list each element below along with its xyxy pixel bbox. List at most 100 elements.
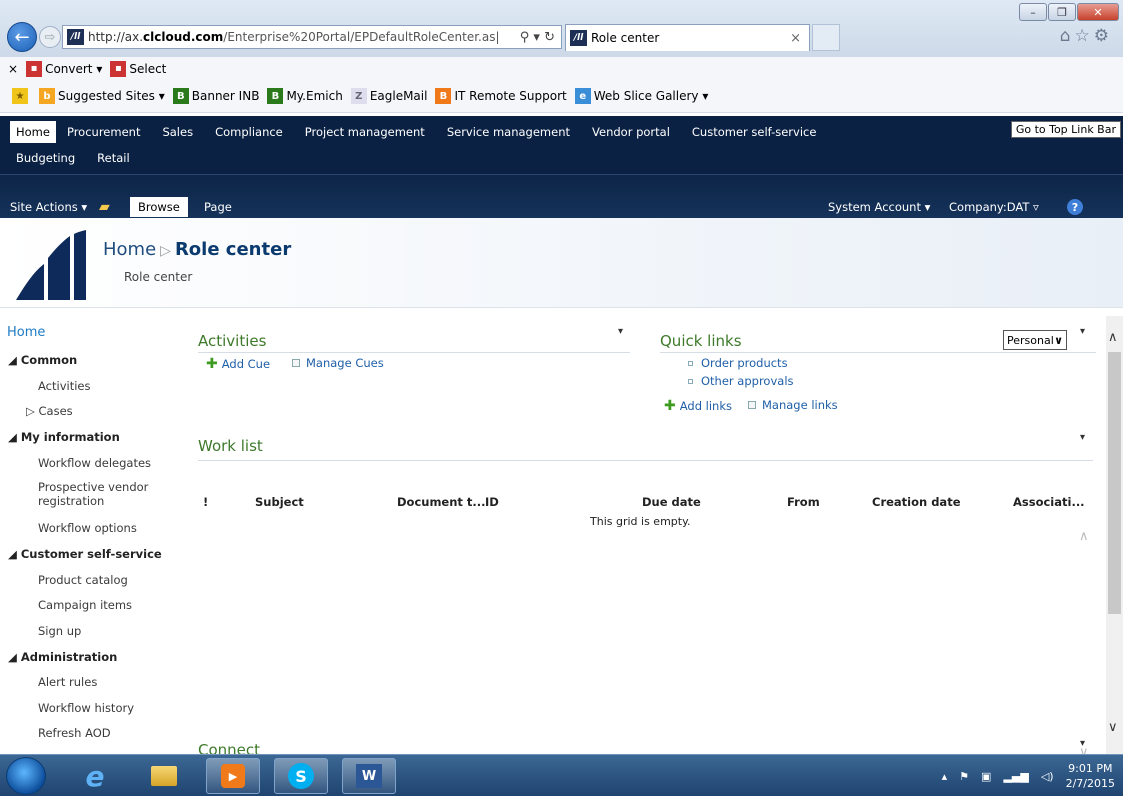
network-signal-icon[interactable]: ▂▄▆ bbox=[1003, 770, 1028, 783]
action-center-flag-icon[interactable]: ⚑ bbox=[959, 770, 969, 783]
new-tab-button[interactable] bbox=[812, 24, 840, 51]
leftnav-item-cases[interactable]: ▷ Cases bbox=[26, 404, 206, 418]
leftnav-group-my-information[interactable]: ◢ My information bbox=[8, 430, 188, 444]
personal-select[interactable]: Personal ∨ bbox=[1003, 330, 1067, 350]
manage-links-link[interactable]: Manage links bbox=[748, 398, 838, 412]
show-hidden-icons-icon[interactable]: ▴ bbox=[942, 770, 948, 783]
top-nav-row-2: Budgeting Retail bbox=[5, 145, 141, 171]
scroll-up-icon[interactable]: ∧ bbox=[1079, 529, 1089, 544]
column-header-associated[interactable]: Associati... bbox=[1013, 495, 1085, 509]
tab-page[interactable]: Page bbox=[204, 197, 232, 217]
start-button[interactable] bbox=[6, 757, 46, 795]
close-toolbar-icon[interactable]: × bbox=[8, 62, 18, 76]
quick-launch: Home ◢ Common Activities ▷ Cases ◢ My in… bbox=[0, 316, 180, 756]
column-header-due-date[interactable]: Due date bbox=[642, 495, 701, 509]
close-window-button[interactable]: ✕ bbox=[1077, 3, 1119, 21]
taskbar-word[interactable]: W bbox=[342, 758, 396, 794]
back-button[interactable]: ← bbox=[7, 22, 37, 52]
site-actions-menu[interactable]: Site Actions ▾ bbox=[10, 197, 87, 217]
topnav-retail[interactable]: Retail bbox=[86, 147, 141, 169]
page-title: Role center bbox=[174, 239, 292, 260]
topnav-home[interactable]: Home bbox=[10, 121, 56, 143]
leftnav-item-registration[interactable]: registration bbox=[38, 494, 218, 508]
taskbar-explorer[interactable] bbox=[137, 758, 191, 794]
go-to-top-link-bar[interactable]: Go to Top Link Bar bbox=[1010, 121, 1121, 138]
dynamics-favicon-icon: /ll bbox=[67, 29, 84, 45]
fav-it-remote-support[interactable]: B IT Remote Support bbox=[435, 88, 567, 104]
leftnav-item-prospective-vendor[interactable]: Prospective vendor bbox=[38, 480, 218, 494]
column-header-subject[interactable]: Subject bbox=[255, 495, 304, 509]
system-account-menu[interactable]: System Account ▾ bbox=[828, 197, 930, 217]
volume-icon[interactable]: ◁) bbox=[1041, 770, 1054, 783]
quick-link-other-approvals[interactable]: Other approvals bbox=[688, 374, 794, 388]
leftnav-item-workflow-history[interactable]: Workflow history bbox=[38, 701, 218, 715]
taskbar-ie[interactable]: e bbox=[68, 758, 122, 794]
column-header-document-type[interactable]: Document t... bbox=[397, 495, 486, 509]
connect-menu-icon[interactable]: ▾ bbox=[1080, 738, 1085, 749]
leftnav-group-common[interactable]: ◢ Common bbox=[8, 353, 188, 367]
fav-my-emich[interactable]: B My.Emich bbox=[267, 88, 343, 104]
search-refresh-icons[interactable]: ⚲ ▾ ↻ bbox=[520, 30, 561, 45]
topnav-budgeting[interactable]: Budgeting bbox=[5, 147, 86, 169]
leftnav-item-refresh-aod[interactable]: Refresh AOD bbox=[38, 726, 218, 740]
tab-close-icon[interactable]: × bbox=[790, 31, 801, 46]
page-scroll-up-icon[interactable]: ∧ bbox=[1108, 330, 1118, 345]
leftnav-item-activities[interactable]: Activities bbox=[38, 379, 218, 393]
navigate-up-folder-icon[interactable]: ▰ bbox=[99, 197, 110, 217]
fav-banner-inb[interactable]: B Banner INB bbox=[172, 88, 260, 104]
column-header-priority[interactable]: ! bbox=[203, 495, 208, 509]
add-links-link[interactable]: ✚ Add links bbox=[664, 398, 732, 414]
page-scrollbar[interactable]: ∧ ∨ bbox=[1106, 316, 1123, 754]
fav-label: Banner INB bbox=[191, 89, 260, 103]
company-selector[interactable]: Company:DAT ▿ bbox=[949, 197, 1039, 217]
fav-suggested-sites[interactable]: b Suggested Sites ▾ bbox=[39, 88, 165, 104]
leftnav-item-product-catalog[interactable]: Product catalog bbox=[38, 573, 218, 587]
leftnav-item-workflow-options[interactable]: Workflow options bbox=[38, 521, 218, 535]
minimize-button[interactable]: – bbox=[1019, 3, 1047, 21]
leftnav-item-sign-up[interactable]: Sign up bbox=[38, 624, 218, 638]
topnav-procurement[interactable]: Procurement bbox=[56, 121, 151, 143]
favorites-star-icon[interactable]: ★ bbox=[12, 88, 28, 104]
work-list-menu-icon[interactable]: ▾ bbox=[1080, 432, 1085, 443]
forward-button[interactable]: ⇨ bbox=[39, 26, 61, 48]
taskbar-media-player[interactable]: ▶ bbox=[206, 758, 260, 794]
power-icon[interactable]: ▣ bbox=[981, 770, 991, 783]
home-favorites-tools-icons[interactable]: ⌂☆⚙ bbox=[1060, 26, 1113, 46]
topnav-customer-self-service[interactable]: Customer self-service bbox=[681, 121, 828, 143]
topnav-vendor-portal[interactable]: Vendor portal bbox=[581, 121, 681, 143]
page-scroll-thumb[interactable] bbox=[1108, 352, 1121, 614]
leftnav-item-campaign-items[interactable]: Campaign items bbox=[38, 598, 218, 612]
tab-browse[interactable]: Browse bbox=[130, 197, 188, 217]
tab-role-center[interactable]: /ll Role center × bbox=[565, 24, 810, 51]
column-header-from[interactable]: From bbox=[787, 495, 820, 509]
topnav-project-management[interactable]: Project management bbox=[294, 121, 436, 143]
manage-cues-link[interactable]: Manage Cues bbox=[292, 356, 384, 370]
fav-eaglemail[interactable]: Z EagleMail bbox=[350, 88, 427, 104]
convert-button[interactable]: ▪ Convert ▾ bbox=[26, 60, 102, 77]
activities-menu-icon[interactable]: ▾ bbox=[618, 326, 623, 337]
help-icon[interactable]: ? bbox=[1067, 199, 1083, 215]
quick-link-order-products[interactable]: Order products bbox=[688, 356, 788, 370]
topnav-compliance[interactable]: Compliance bbox=[204, 121, 294, 143]
leftnav-item-workflow-delegates[interactable]: Workflow delegates bbox=[38, 456, 218, 470]
address-bar[interactable]: /ll http://ax. clcloud.com/Enterprise%20P… bbox=[62, 25, 562, 49]
quick-links-menu-icon[interactable]: ▾ bbox=[1080, 326, 1085, 337]
leftnav-home[interactable]: Home bbox=[7, 325, 187, 340]
fav-web-slice-gallery[interactable]: e Web Slice Gallery ▾ bbox=[574, 88, 708, 104]
topnav-sales[interactable]: Sales bbox=[151, 121, 204, 143]
page-scroll-down-icon[interactable]: ∨ bbox=[1108, 720, 1118, 735]
leftnav-group-administration[interactable]: ◢ Administration bbox=[8, 650, 188, 664]
select-button[interactable]: ▪ Select bbox=[110, 60, 166, 77]
breadcrumb-home[interactable]: Home bbox=[103, 239, 156, 260]
clock[interactable]: 9:01 PM 2/7/2015 bbox=[1066, 761, 1115, 791]
column-header-creation-date[interactable]: Creation date bbox=[872, 495, 961, 509]
leftnav-item-alert-rules[interactable]: Alert rules bbox=[38, 675, 218, 689]
grid-scrollbar[interactable]: ∧ ∨ bbox=[1075, 515, 1095, 770]
column-header-id[interactable]: ID bbox=[485, 495, 499, 509]
add-cue-link[interactable]: ✚ Add Cue bbox=[206, 356, 270, 372]
manage-list-icon bbox=[748, 401, 756, 409]
taskbar-skype[interactable]: S bbox=[274, 758, 328, 794]
restore-button[interactable]: ❐ bbox=[1048, 3, 1076, 21]
leftnav-group-customer-self-service[interactable]: ◢ Customer self-service bbox=[8, 547, 188, 561]
topnav-service-management[interactable]: Service management bbox=[436, 121, 581, 143]
